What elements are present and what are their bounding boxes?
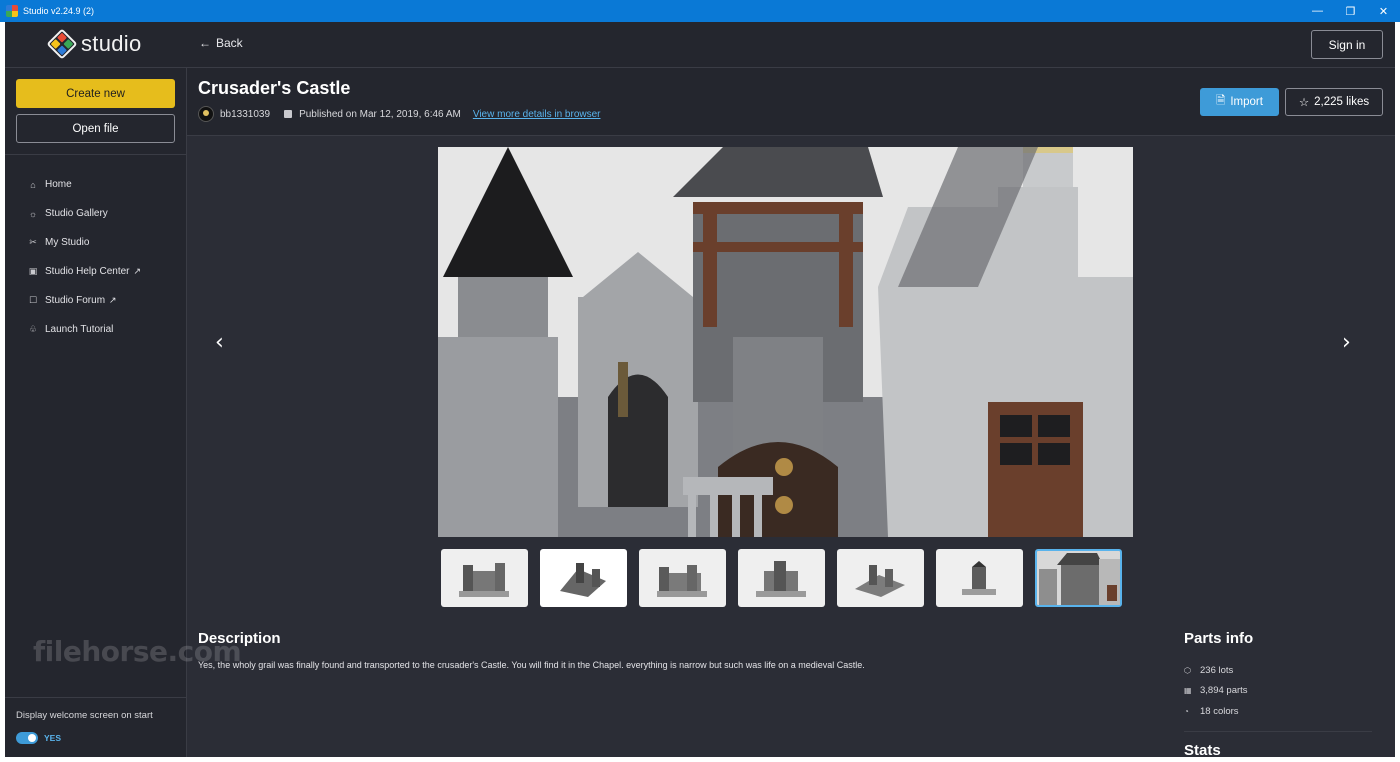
- parts-divider: [1184, 731, 1372, 732]
- window-titlebar: Studio v2.24.9 (2) — ❐ ✕: [0, 0, 1400, 22]
- main-content: Crusader's Castle bb1331039 Published on…: [187, 68, 1395, 759]
- likes-button[interactable]: ☆ 2,225 likes: [1285, 88, 1383, 116]
- minimize-button[interactable]: —: [1301, 0, 1334, 22]
- toggle-state-label: YES: [44, 733, 62, 743]
- studio-logo-icon: [46, 28, 78, 60]
- toggle-knob: [28, 734, 36, 742]
- previous-image-arrow[interactable]: ‹: [215, 330, 224, 355]
- thumbnail-5[interactable]: [837, 549, 924, 607]
- thumbnail-7[interactable]: [1035, 549, 1122, 607]
- sidebar-item-launch-tutorial[interactable]: ♧ Launch Tutorial: [28, 315, 141, 344]
- logo-text: studio: [81, 31, 142, 56]
- external-link-icon: ↗: [133, 266, 142, 276]
- thumbnail-4[interactable]: [738, 549, 825, 607]
- palette-icon: ◔: [1184, 706, 1189, 716]
- back-button[interactable]: ← Back: [199, 36, 243, 50]
- castle-thumbnail-image: [560, 563, 606, 597]
- sidebar-item-label: My Studio: [45, 237, 90, 248]
- parts-count: ▦ 3,894 parts: [1184, 681, 1248, 702]
- home-icon: ⌂: [30, 179, 36, 190]
- view-in-browser-link[interactable]: View more details in browser: [473, 109, 601, 120]
- parts-lots: ⬡ 236 lots: [1184, 660, 1248, 681]
- welcome-setting: Display welcome screen on start YES: [5, 697, 187, 757]
- sidebar-nav: ⌂ Home ☼ Studio Gallery ✂ My Studio ▣ St…: [28, 170, 141, 344]
- sidebar-item-my-studio[interactable]: ✂ My Studio: [28, 228, 141, 257]
- file-import-icon: 🗎: [1216, 94, 1226, 107]
- castle-thumbnail-image: [459, 563, 509, 597]
- thumbnail-6[interactable]: [936, 549, 1023, 607]
- stats-heading: Stats: [1184, 742, 1221, 759]
- tutorial-icon: ♧: [28, 324, 38, 334]
- back-label: Back: [216, 36, 243, 50]
- thumbnail-strip: [441, 549, 1122, 607]
- castle-thumbnail-image: [1037, 551, 1120, 605]
- sidebar-item-label: Studio Gallery: [45, 208, 108, 219]
- window-title: Studio v2.24.9 (2): [23, 6, 95, 16]
- description-text: Yes, the wholy grail was finally found a…: [198, 660, 865, 670]
- sidebar-item-studio-gallery[interactable]: ☼ Studio Gallery: [28, 199, 141, 228]
- welcome-label: Display welcome screen on start: [16, 710, 153, 721]
- next-image-arrow[interactable]: ›: [1342, 330, 1351, 355]
- app-window: studio ← Back Sign in Create new Open fi…: [5, 22, 1395, 759]
- gallery-icon: ☼: [28, 208, 38, 219]
- castle-thumbnail-image: [962, 561, 996, 595]
- cube-icon: ⬡: [1184, 665, 1191, 675]
- window-controls: — ❐ ✕: [1301, 0, 1400, 22]
- sidebar-item-label: Studio Forum: [45, 295, 106, 306]
- castle-thumbnail-image: [855, 565, 905, 597]
- sidebar-item-forum[interactable]: ☐ Studio Forum ↗: [28, 286, 141, 315]
- sign-in-button[interactable]: Sign in: [1311, 30, 1383, 59]
- studio-logo[interactable]: studio: [46, 28, 142, 60]
- open-file-button[interactable]: Open file: [16, 114, 175, 143]
- chat-icon: ☐: [28, 295, 38, 305]
- top-header: studio ← Back Sign in: [5, 22, 1395, 68]
- parts-info-heading: Parts info: [1184, 630, 1254, 647]
- import-button[interactable]: 🗎 Import: [1200, 88, 1279, 116]
- sidebar-divider: [5, 154, 187, 155]
- castle-render-image: [438, 147, 1133, 537]
- thumbnail-1[interactable]: [441, 549, 528, 607]
- studio-app-icon: [6, 5, 18, 17]
- sidebar-item-help-center[interactable]: ▣ Studio Help Center ↗: [28, 257, 141, 286]
- arrow-left-icon: ←: [199, 36, 211, 50]
- castle-thumbnail-image: [657, 565, 707, 597]
- thumbnail-3[interactable]: [639, 549, 726, 607]
- import-label: Import: [1230, 96, 1263, 108]
- likes-label: 2,225 likes: [1314, 96, 1370, 108]
- sidebar-item-label: Studio Help Center: [45, 266, 130, 277]
- parts-lots-label: 236 lots: [1200, 664, 1234, 676]
- model-title: Crusader's Castle: [198, 78, 351, 98]
- description-heading: Description: [198, 630, 281, 647]
- welcome-toggle[interactable]: [16, 732, 38, 744]
- bricks-icon: ▦: [1184, 686, 1192, 696]
- thumbnail-2[interactable]: [540, 549, 627, 607]
- external-link-icon: ↗: [109, 295, 117, 305]
- model-meta: bb1331039 Published on Mar 12, 2019, 6:4…: [198, 106, 601, 122]
- model-header: Crusader's Castle bb1331039 Published on…: [187, 68, 1395, 136]
- parts-info-list: ⬡ 236 lots ▦ 3,894 parts ◔ 18 colors: [1184, 660, 1248, 722]
- close-button[interactable]: ✕: [1367, 0, 1400, 22]
- star-icon: ☆: [1298, 97, 1310, 109]
- author-avatar[interactable]: [198, 106, 214, 122]
- create-new-button[interactable]: Create new: [16, 79, 175, 108]
- parts-colors: ◔ 18 colors: [1184, 701, 1248, 722]
- castle-thumbnail-image: [756, 561, 806, 597]
- parts-count-label: 3,894 parts: [1200, 685, 1248, 697]
- author-name[interactable]: bb1331039: [220, 109, 270, 120]
- help-icon: ▣: [28, 266, 38, 276]
- published-date: Published on Mar 12, 2019, 6:46 AM: [299, 108, 461, 120]
- sidebar-item-label: Home: [45, 179, 72, 190]
- sidebar-item-label: Launch Tutorial: [45, 324, 114, 335]
- parts-colors-label: 18 colors: [1200, 705, 1239, 717]
- main-preview-image: [438, 147, 1133, 537]
- tools-icon: ✂: [29, 237, 37, 247]
- calendar-icon: [284, 110, 293, 118]
- sidebar-item-home[interactable]: ⌂ Home: [28, 170, 141, 199]
- restore-button[interactable]: ❐: [1334, 0, 1367, 22]
